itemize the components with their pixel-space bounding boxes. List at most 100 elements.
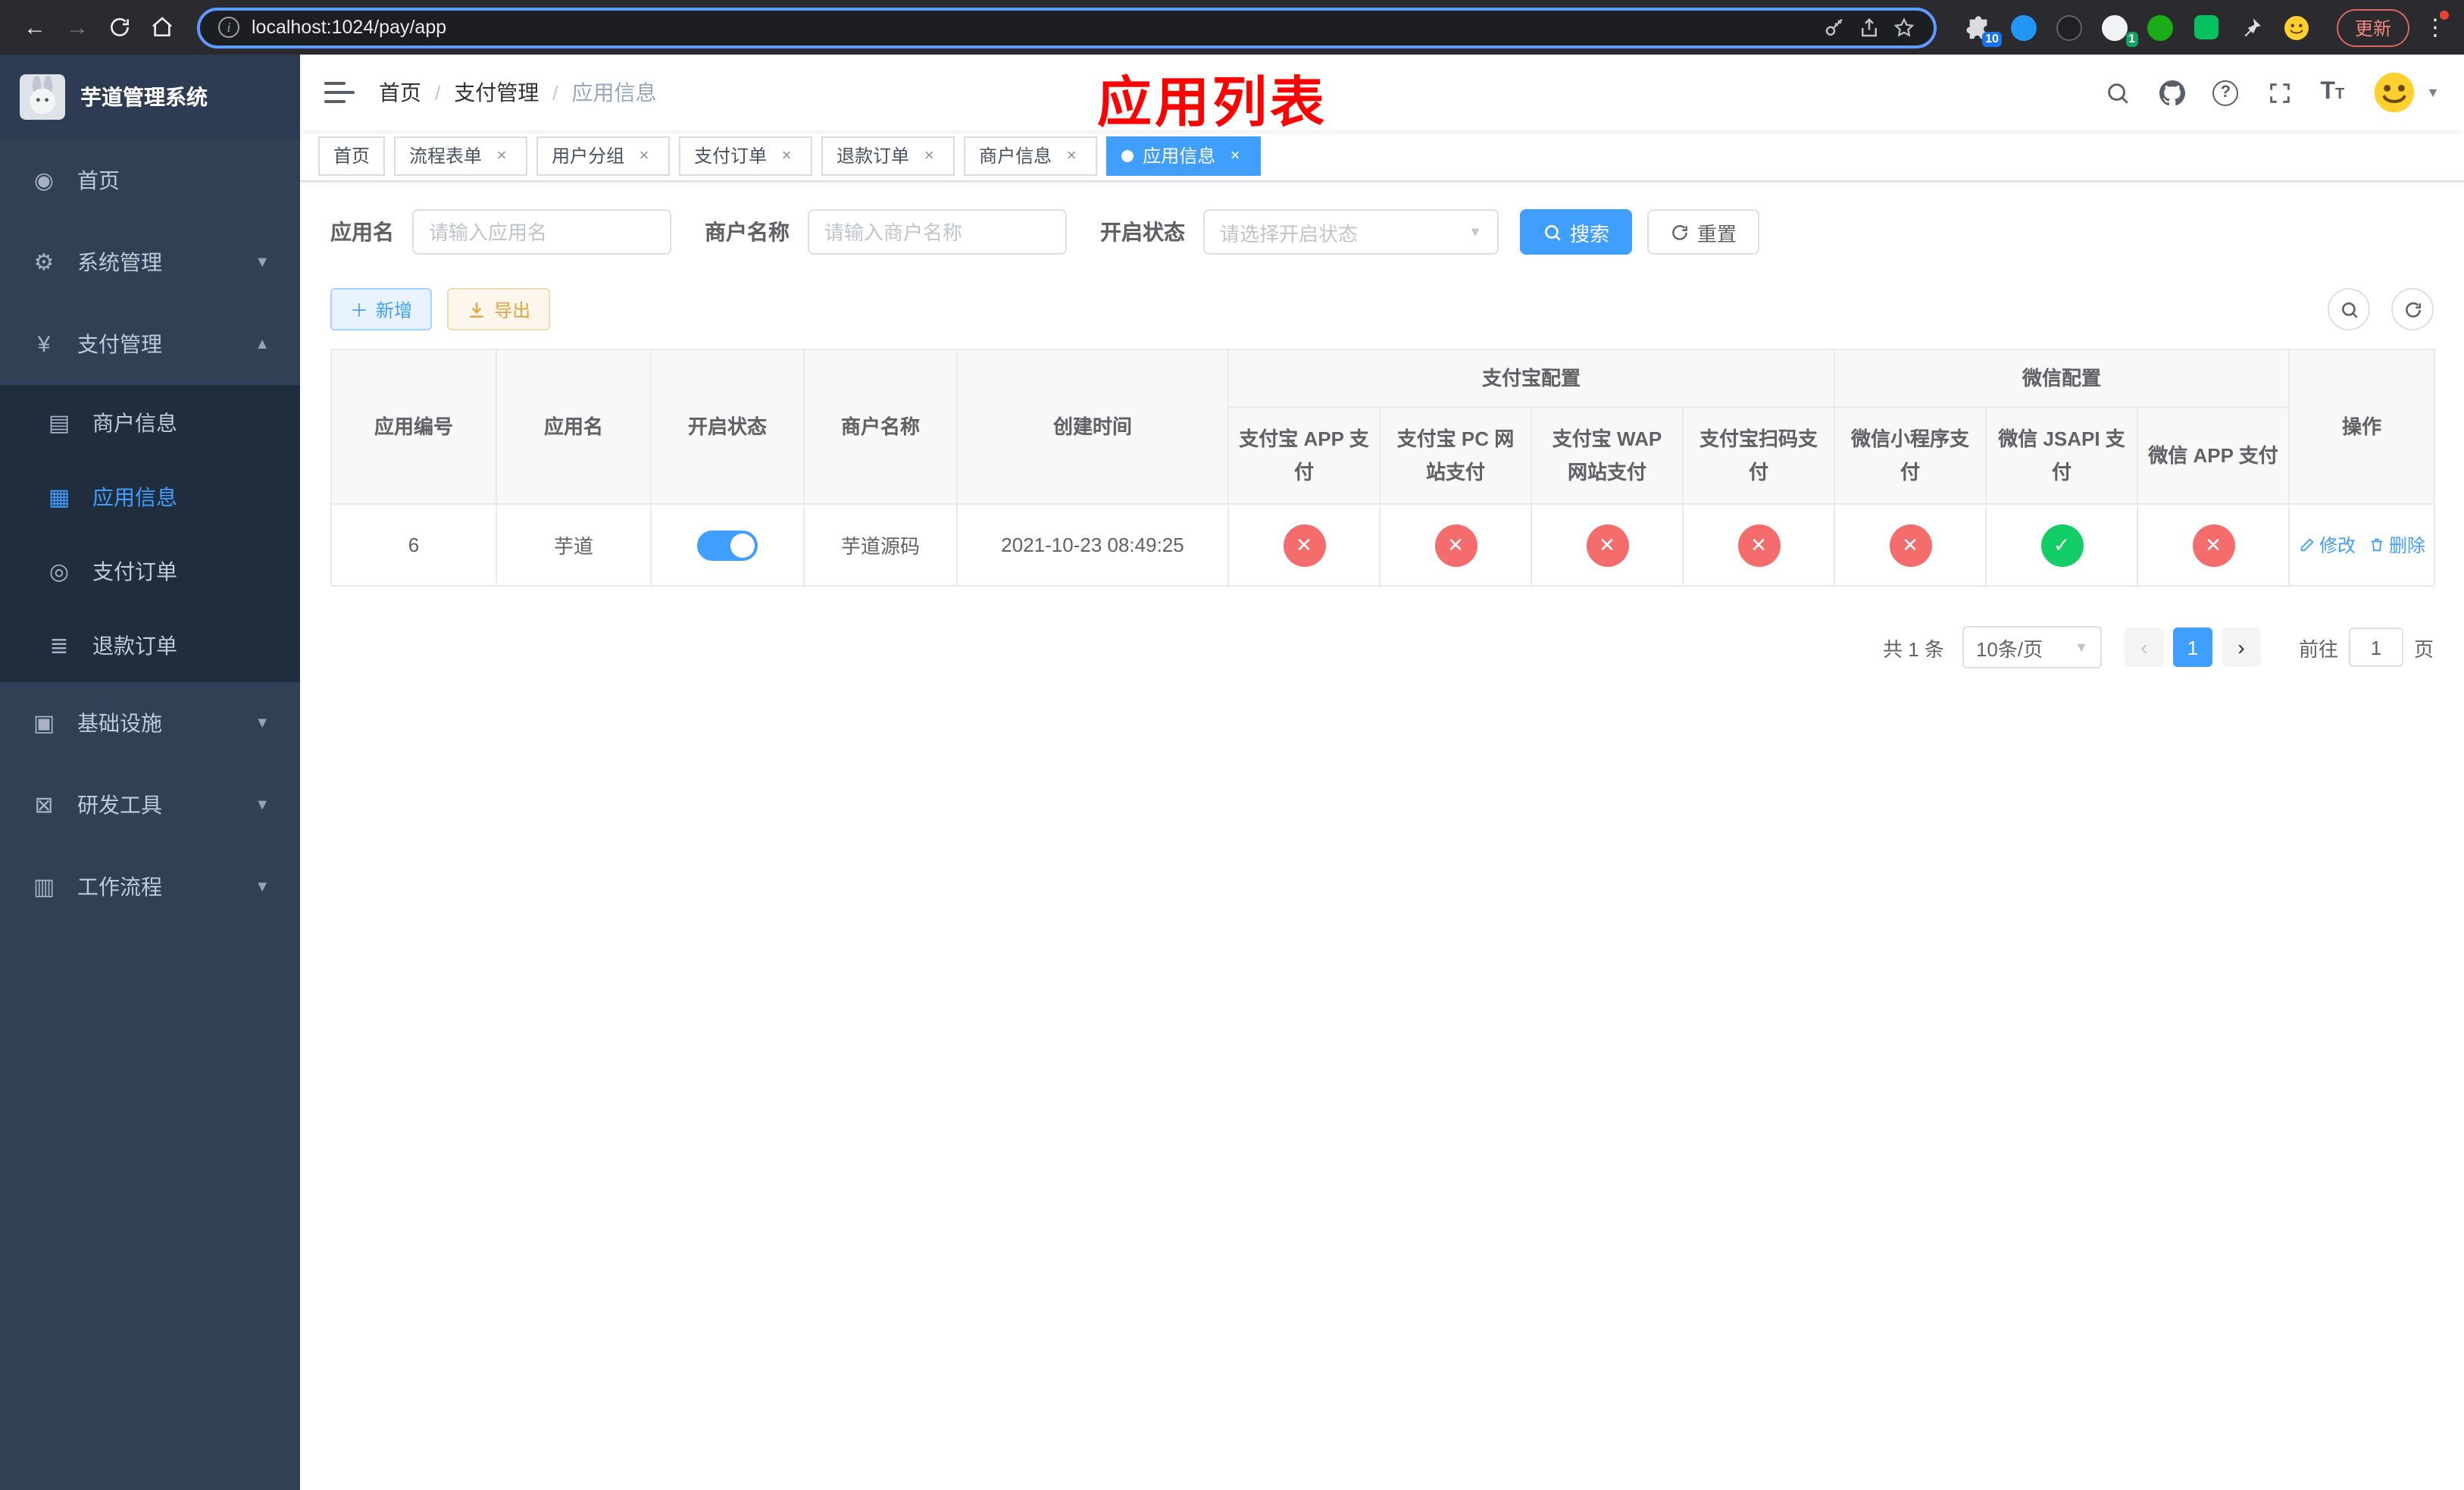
extension-blue-icon[interactable] (2009, 12, 2040, 42)
extension-dark-icon[interactable] (2055, 12, 2085, 42)
chevron-down-icon: ▼ (1468, 224, 1482, 239)
column-header-微信 JSAPI 支付: 微信 JSAPI 支付 (1985, 406, 2139, 505)
chevron-down-icon: ▼ (255, 797, 270, 813)
search-icon (1545, 224, 1561, 240)
chevron-down-icon: ▼ (2075, 640, 2088, 655)
merchant-card-icon: ▤ (48, 410, 70, 436)
sidebar-item-支付订单[interactable]: ◎ 支付订单 (0, 534, 300, 608)
top-navbar: 首页 / 支付管理 / 应用信息 应用列表 ? TT ▼ (300, 55, 2464, 133)
search-button[interactable]: 搜索 (1520, 209, 1633, 255)
cell-config-0: ✕ (1227, 503, 1381, 587)
github-icon[interactable] (2158, 79, 2185, 106)
cell-app-id: 6 (330, 503, 497, 587)
forward-icon[interactable]: → (58, 8, 97, 47)
delete-link[interactable]: 删除 (2368, 532, 2425, 558)
tab-label: 商户信息 (979, 146, 1052, 167)
home-icon[interactable] (142, 8, 182, 47)
sidebar-item-label: 基础设施 (77, 711, 162, 735)
status-select[interactable]: 请选择开启状态 ▼ (1203, 209, 1499, 255)
sidebar-item-应用信息[interactable]: ▦ 应用信息 (0, 459, 300, 534)
sidebar: 芋道管理系统 ◉ 首页 ⚙ 系统管理 ▼ ¥ 支付管理 ▲ ▤ 商户信息 ▦ 应用信息 ◎ 支付订单 ≣ 退款… (0, 55, 300, 1490)
toggle-search-button[interactable] (2328, 288, 2370, 330)
extension-chat-icon[interactable] (2191, 12, 2222, 42)
enabled-toggle[interactable] (697, 530, 758, 560)
tab-用户分组[interactable]: 用户分组 × (536, 136, 671, 175)
emoji-face-icon[interactable] (2282, 12, 2312, 42)
extensions-puzzle-icon[interactable]: 10 (1964, 12, 2002, 47)
goto-page-input[interactable] (2348, 628, 2403, 667)
address-bar[interactable]: i localhost:1024/pay/app (197, 7, 1937, 48)
caret-down-icon: ▼ (2426, 85, 2440, 100)
refresh-table-button[interactable] (2391, 288, 2434, 330)
edit-link[interactable]: 修改 (2298, 532, 2356, 558)
close-icon[interactable]: × (491, 145, 512, 166)
active-tab-dot (1121, 149, 1134, 161)
hamburger-icon[interactable] (324, 82, 355, 103)
reset-button[interactable]: 重置 (1647, 209, 1760, 255)
fullscreen-icon[interactable] (2265, 79, 2293, 106)
tab-退款订单[interactable]: 退款订单 × (821, 136, 955, 175)
bookmark-star-icon[interactable] (1893, 16, 1915, 39)
sidebar-item-label: 支付管理 (77, 332, 162, 356)
sidebar-item-工作流程[interactable]: ▥ 工作流程 ▼ (0, 846, 300, 928)
user-menu[interactable]: ▼ (2372, 70, 2440, 115)
close-icon[interactable]: × (1061, 145, 1082, 166)
sidebar-item-系统管理[interactable]: ⚙ 系统管理 ▼ (0, 221, 300, 303)
close-icon[interactable]: × (1224, 145, 1246, 166)
site-info-icon[interactable]: i (218, 17, 239, 38)
password-key-icon[interactable] (1823, 16, 1846, 39)
page-title-annotation: 应用列表 (1096, 71, 1328, 133)
column-header-actions: 操作 (2288, 349, 2436, 505)
sidebar-item-退款订单[interactable]: ≣ 退款订单 (0, 608, 300, 682)
refresh-icon[interactable] (100, 8, 139, 47)
browser-menu-icon[interactable]: ⋮ (2422, 11, 2449, 41)
goto-label: 前往 (2298, 637, 2338, 660)
group-header-wechat: 微信配置 (1834, 349, 2290, 408)
profile-avatar-icon[interactable]: 1 (2100, 12, 2138, 47)
cell-config-4: ✕ (1834, 503, 1987, 587)
page-number-1[interactable]: 1 (2172, 628, 2212, 667)
app-name-input[interactable] (412, 209, 671, 255)
add-button[interactable]: ＋ 新增 (330, 288, 433, 330)
close-icon[interactable]: × (776, 145, 797, 166)
font-size-icon[interactable]: TT (2320, 80, 2344, 105)
next-page-button[interactable]: › (2221, 628, 2261, 667)
breadcrumb-pay[interactable]: 支付管理 (454, 77, 539, 108)
edit-icon (2300, 538, 2313, 552)
sidebar-item-label: 工作流程 (77, 875, 162, 899)
app-logo-bar[interactable]: 芋道管理系统 (0, 55, 300, 139)
table-body: 6 芋道 芋道源码 2021-10-23 08:49:25 ✕ ✕ ✕ ✕ ✕ ✓ ✕ 修改 删除 (330, 503, 2436, 587)
tab-支付订单[interactable]: 支付订单 × (679, 136, 813, 175)
export-button-label: 导出 (494, 299, 531, 321)
prev-page-button[interactable]: ‹ (2124, 628, 2164, 667)
cell-config-6: ✕ (2137, 503, 2290, 587)
browser-update-button[interactable]: 更新 (2336, 8, 2409, 46)
sidebar-item-研发工具[interactable]: ⊠ 研发工具 ▼ (0, 764, 300, 846)
column-header-app-name: 应用名 (496, 349, 652, 505)
filter-form: 应用名 商户名称 开启状态 请选择开启状态 ▼ 搜索 重置 (330, 209, 2434, 255)
tab-商户信息[interactable]: 商户信息 × (964, 136, 1098, 175)
share-icon[interactable] (1858, 16, 1881, 39)
tab-应用信息[interactable]: 应用信息 × (1106, 136, 1262, 175)
close-icon[interactable]: × (633, 145, 655, 166)
dashboard-icon: ◉ (33, 168, 55, 194)
sidebar-item-基础设施[interactable]: ▣ 基础设施 ▼ (0, 682, 300, 764)
help-icon[interactable]: ? (2212, 80, 2239, 105)
sidebar-item-首页[interactable]: ◉ 首页 (0, 139, 300, 221)
column-header-支付宝 APP 支付: 支付宝 APP 支付 (1227, 406, 1381, 505)
extension-wechat-icon[interactable] (2146, 12, 2176, 42)
tab-首页[interactable]: 首页 (318, 136, 386, 175)
page-size-select[interactable]: 10条/页 ▼ (1962, 626, 2102, 668)
back-icon[interactable]: ← (15, 8, 55, 47)
tab-流程表单[interactable]: 流程表单 × (394, 136, 528, 175)
config-disabled-icon: ✕ (1434, 524, 1477, 566)
breadcrumb-home[interactable]: 首页 (379, 77, 421, 108)
sidebar-item-支付管理[interactable]: ¥ 支付管理 ▲ (0, 303, 300, 385)
pin-icon[interactable] (2237, 12, 2267, 42)
close-icon[interactable]: × (918, 145, 940, 166)
sidebar-item-商户信息[interactable]: ▤ 商户信息 (0, 385, 300, 459)
search-icon[interactable] (2103, 79, 2131, 106)
extensions-badge: 10 (1982, 32, 2002, 47)
merchant-name-input[interactable] (808, 209, 1067, 255)
export-button[interactable]: 导出 (447, 288, 551, 330)
